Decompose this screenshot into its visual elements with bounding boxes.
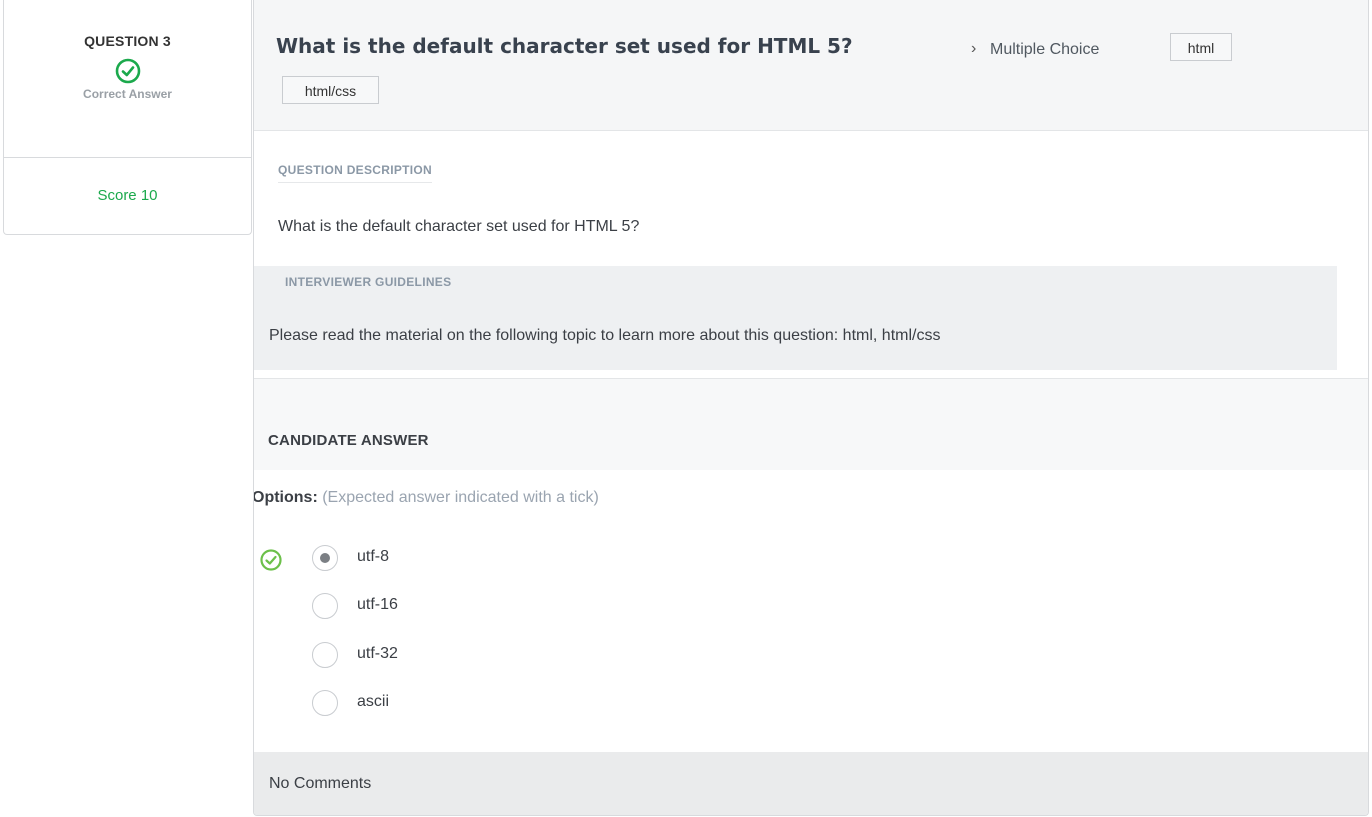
tag-html[interactable]: html xyxy=(1170,33,1232,61)
option-label: ascii xyxy=(357,693,390,710)
interviewer-guidelines-heading: INTERVIEWER GUIDELINES xyxy=(285,275,452,289)
option-row: utf-32 xyxy=(254,642,654,672)
option-row: utf-16 xyxy=(254,593,654,623)
question-type: Multiple Choice xyxy=(990,41,1100,58)
candidate-answer-header: CANDIDATE ANSWER xyxy=(254,378,1368,470)
question-title: What is the default character set used f… xyxy=(276,34,853,58)
option-radio[interactable] xyxy=(312,690,338,716)
option-radio[interactable] xyxy=(312,593,338,619)
candidate-answer-heading: CANDIDATE ANSWER xyxy=(268,432,429,449)
question-description-text: What is the default character set used f… xyxy=(278,218,640,235)
option-row: ascii xyxy=(254,690,654,720)
comments-panel: No Comments xyxy=(254,752,1368,815)
check-circle-icon xyxy=(115,58,140,84)
option-label: utf-32 xyxy=(357,645,398,662)
options-caption: Options: (Expected answer indicated with… xyxy=(253,489,599,507)
question-status-panel: QUESTION 3 Correct Answer xyxy=(4,0,251,158)
question-description-heading: QUESTION DESCRIPTION xyxy=(278,163,433,183)
option-radio-selected[interactable] xyxy=(312,545,338,571)
option-label: utf-8 xyxy=(357,548,390,565)
option-radio[interactable] xyxy=(312,642,338,668)
comments-text: No Comments xyxy=(269,775,372,792)
question-number: QUESTION 3 xyxy=(84,33,171,49)
option-row: utf-8 xyxy=(254,545,654,575)
score-label: Score 10 xyxy=(97,187,158,204)
options-hint: (Expected answer indicated with a tick) xyxy=(322,489,599,506)
chevron-right-icon: › xyxy=(971,40,977,57)
question-detail-card: What is the default character set used f… xyxy=(253,0,1369,816)
option-label: utf-16 xyxy=(357,596,398,613)
correct-answer-label: Correct Answer xyxy=(83,87,172,101)
expected-answer-tick-icon xyxy=(260,549,282,571)
question-header: What is the default character set used f… xyxy=(254,0,1368,131)
options-label: Options: xyxy=(253,489,318,506)
interviewer-guidelines-panel: INTERVIEWER GUIDELINES Please read the m… xyxy=(254,266,1337,370)
tag-html-css[interactable]: html/css xyxy=(282,76,379,104)
radio-selected-dot xyxy=(320,553,330,563)
interviewer-guidelines-text: Please read the material on the followin… xyxy=(269,327,941,344)
question-summary-card: QUESTION 3 Correct Answer Score 10 xyxy=(3,0,252,235)
